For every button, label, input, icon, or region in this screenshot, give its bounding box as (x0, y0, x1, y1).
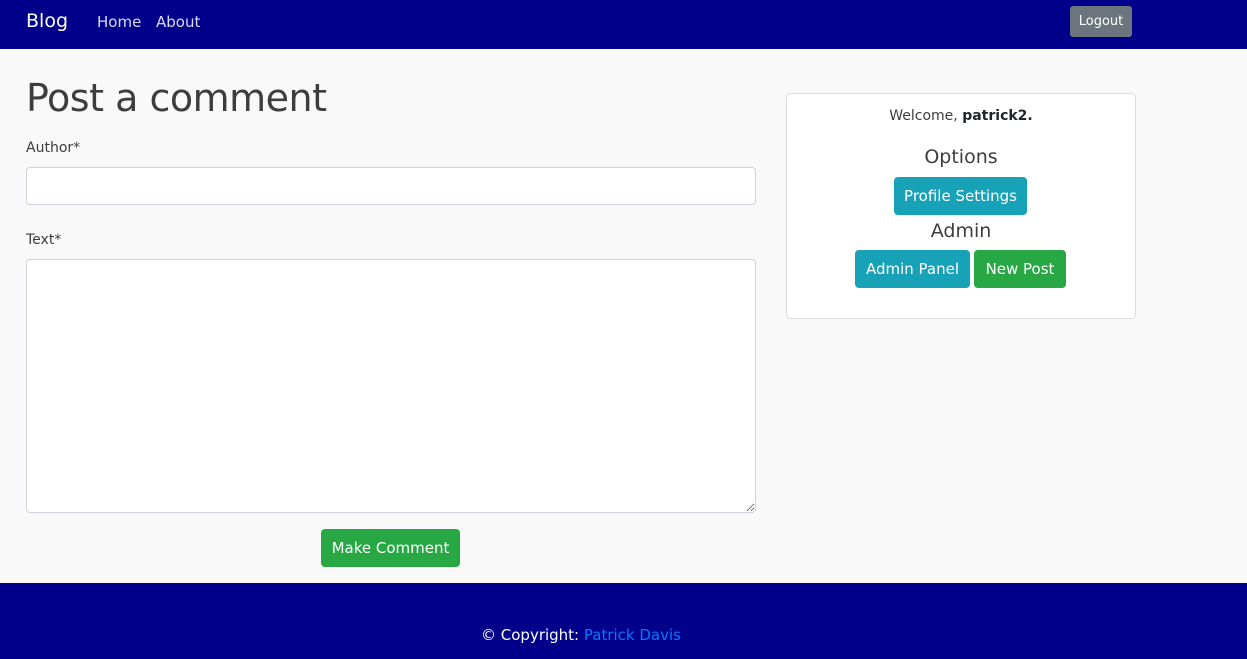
nav-link-home[interactable]: Home (97, 13, 141, 31)
text-textarea[interactable] (26, 259, 756, 513)
copyright-text: © Copyright: Patrick Davis (0, 626, 1162, 644)
brand-link[interactable]: Blog (26, 10, 68, 32)
admin-heading: Admin (930, 220, 992, 242)
username: patrick2. (962, 108, 1033, 124)
welcome-prefix: Welcome, (889, 108, 963, 124)
footer: © Copyright: Patrick Davis (0, 583, 1247, 659)
top-navbar: Blog Home About Logout (0, 0, 1247, 49)
author-label: Author* (26, 140, 81, 156)
copyright-prefix: © Copyright: (481, 626, 584, 644)
new-post-button[interactable]: New Post (974, 250, 1066, 288)
profile-settings-button[interactable]: Profile Settings (894, 177, 1027, 215)
welcome-message: Welcome, patrick2. (787, 108, 1135, 124)
page-title: Post a comment (26, 76, 327, 120)
text-label: Text* (26, 232, 62, 248)
admin-panel-button[interactable]: Admin Panel (855, 250, 970, 288)
nav-link-about[interactable]: About (156, 13, 200, 31)
options-heading: Options (924, 146, 998, 168)
user-sidebar-card: Welcome, patrick2. Options Profile Setti… (786, 93, 1136, 319)
make-comment-button[interactable]: Make Comment (321, 529, 460, 567)
author-input[interactable] (26, 167, 756, 205)
author-link[interactable]: Patrick Davis (584, 626, 681, 644)
logout-button[interactable]: Logout (1070, 6, 1132, 37)
